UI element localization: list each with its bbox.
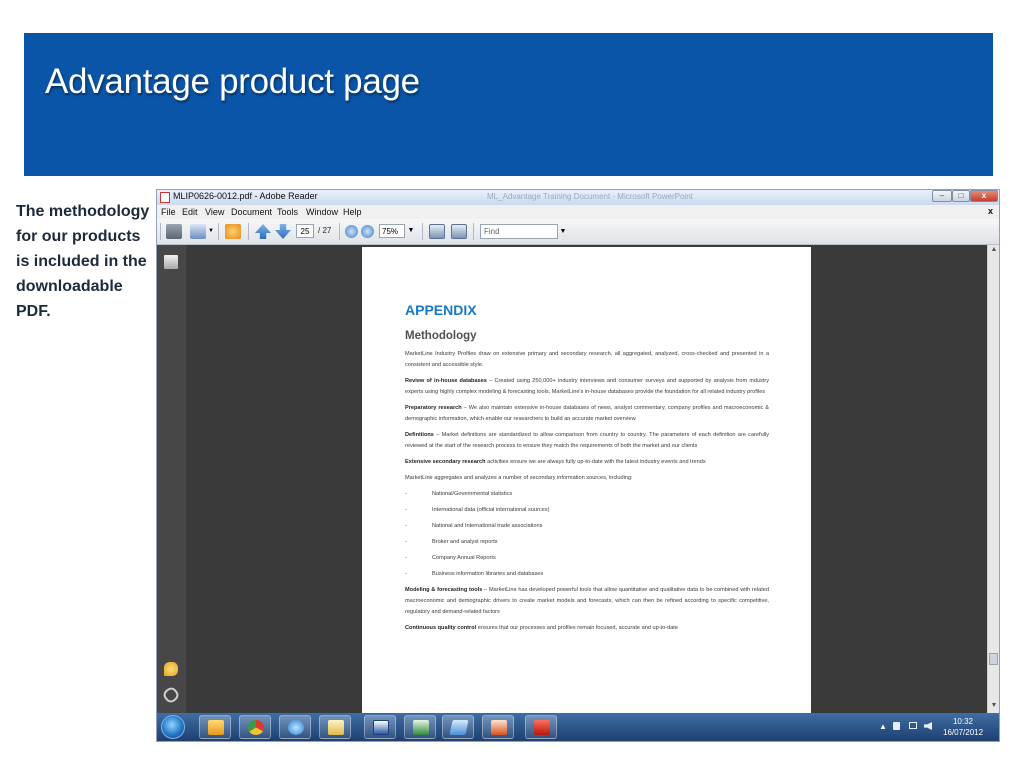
toolbar-separator bbox=[473, 223, 474, 240]
menu-window[interactable]: Window bbox=[306, 207, 338, 217]
menu-bar: File Edit View Document Tools Window Hel… bbox=[157, 205, 999, 219]
document-close-button[interactable]: x bbox=[988, 206, 993, 216]
excel-icon bbox=[413, 720, 429, 735]
close-button[interactable]: x bbox=[970, 190, 998, 202]
pdf-paragraph: Preparatory research – We also maintain … bbox=[405, 405, 769, 422]
list-item: Broker and analyst reports bbox=[405, 537, 769, 548]
page-number-input[interactable]: 25 bbox=[296, 224, 314, 238]
toolbar-separator bbox=[160, 223, 161, 240]
toolbar-separator bbox=[248, 223, 249, 240]
pages-icon[interactable] bbox=[164, 255, 178, 269]
taskbar-outlook[interactable] bbox=[199, 715, 231, 739]
pdf-paragraph: Definitions – Market definitions are sta… bbox=[405, 432, 769, 449]
list-item: Business information libraries and datab… bbox=[405, 569, 769, 580]
scroll-up-arrow-icon[interactable]: ▲ bbox=[988, 245, 999, 255]
scroll-thumb[interactable] bbox=[989, 653, 998, 665]
menu-help[interactable]: Help bbox=[343, 207, 362, 217]
find-input[interactable]: Find bbox=[480, 224, 558, 239]
zoom-dropdown-arrow[interactable]: ▼ bbox=[405, 224, 417, 238]
pdf-heading: APPENDIX bbox=[405, 302, 477, 318]
collaborate-icon[interactable] bbox=[225, 224, 241, 239]
volume-icon[interactable] bbox=[924, 722, 932, 730]
adobe-reader-window: MLIP0626-0012.pdf - Adobe Reader ML_Adva… bbox=[156, 189, 1000, 742]
slide-title: Advantage product page bbox=[45, 62, 420, 101]
toolbar-separator bbox=[422, 223, 423, 240]
scroll-down-arrow-icon[interactable]: ▼ bbox=[988, 701, 999, 711]
taskbar-powerpoint[interactable] bbox=[482, 715, 514, 739]
adobe-reader-icon bbox=[534, 720, 550, 735]
pdf-reader-icon bbox=[449, 720, 469, 735]
pdf-paragraph: MarketLine aggregates and analyzes a num… bbox=[405, 475, 633, 481]
list-item: Company Annual Reports bbox=[405, 553, 769, 564]
list-item: National/Governmental statistics bbox=[405, 489, 769, 500]
pdf-paragraph: Continuous quality control ensures that … bbox=[405, 625, 678, 631]
taskbar-explorer[interactable] bbox=[319, 715, 351, 739]
menu-document[interactable]: Document bbox=[231, 207, 272, 217]
comments-icon[interactable] bbox=[164, 662, 178, 676]
taskbar-excel[interactable] bbox=[404, 715, 436, 739]
toolbar-separator bbox=[339, 223, 340, 240]
arrow-up-icon[interactable] bbox=[255, 224, 271, 239]
pdf-paragraph: Modeling & forecasting tools – MarketLin… bbox=[405, 587, 769, 615]
arrow-down-icon[interactable] bbox=[275, 224, 291, 239]
zoom-out-icon[interactable] bbox=[345, 225, 358, 238]
slide-side-text: The methodology for our products is incl… bbox=[16, 203, 150, 320]
printer-icon[interactable] bbox=[166, 224, 182, 239]
fit-page-icon[interactable] bbox=[429, 224, 445, 239]
window-title: MLIP0626-0012.pdf - Adobe Reader bbox=[173, 191, 318, 201]
toolbar: ▼ 25 / 27 75% ▼ Find ▼ bbox=[157, 219, 999, 245]
powerpoint-icon bbox=[491, 720, 507, 735]
pdf-paragraph: Extensive secondary research activities … bbox=[405, 459, 706, 465]
explorer-icon bbox=[328, 720, 344, 735]
find-dropdown-arrow[interactable]: ▼ bbox=[558, 224, 568, 239]
clock-time: 10:32 bbox=[952, 717, 974, 726]
full-screen-icon[interactable] bbox=[451, 224, 467, 239]
chrome-icon bbox=[248, 720, 264, 735]
pdf-source-list: National/Governmental statistics Interna… bbox=[405, 489, 769, 580]
system-clock[interactable]: 10:32 16/07/2012 bbox=[943, 716, 983, 738]
list-item: International data (official internation… bbox=[405, 505, 769, 516]
email-icon[interactable] bbox=[190, 224, 206, 239]
pdf-paragraph: Review of in-house databases – Created u… bbox=[405, 378, 770, 395]
slide-header-band bbox=[24, 33, 993, 176]
clock-date: 16/07/2012 bbox=[943, 728, 984, 737]
word-icon bbox=[373, 720, 389, 735]
pdf-subheading: Methodology bbox=[405, 330, 477, 342]
menu-file[interactable]: File bbox=[161, 207, 176, 217]
toolbar-separator bbox=[218, 223, 219, 240]
minimize-button[interactable]: – bbox=[932, 190, 952, 202]
zoom-level-input[interactable]: 75% bbox=[379, 224, 405, 238]
pdf-paragraph: MarketLine Industry Profiles draw on ext… bbox=[405, 351, 769, 368]
taskbar-chrome[interactable] bbox=[239, 715, 271, 739]
menu-view[interactable]: View bbox=[205, 207, 224, 217]
menu-tools[interactable]: Tools bbox=[277, 207, 298, 217]
maximize-button[interactable]: □ bbox=[952, 190, 970, 202]
pdf-page: APPENDIX Methodology MarketLine Industry… bbox=[362, 247, 811, 713]
start-button[interactable] bbox=[161, 715, 185, 739]
network-icon[interactable] bbox=[893, 722, 900, 730]
taskbar-pdf-reader[interactable] bbox=[442, 715, 474, 739]
page-total: / 27 bbox=[318, 226, 332, 235]
outlook-icon bbox=[208, 720, 224, 735]
menu-edit[interactable]: Edit bbox=[182, 207, 198, 217]
taskbar-ie[interactable] bbox=[279, 715, 311, 739]
attachments-icon[interactable] bbox=[161, 685, 181, 705]
pdf-body: MarketLine Industry Profiles draw on ext… bbox=[405, 349, 769, 639]
email-dropdown-arrow[interactable]: ▼ bbox=[208, 228, 214, 234]
background-window-title: ML_Advantage Training Document - Microso… bbox=[487, 192, 693, 201]
display-icon[interactable] bbox=[909, 722, 917, 729]
tray-overflow-icon[interactable]: ▲ bbox=[879, 722, 887, 731]
navigation-pane bbox=[157, 245, 186, 713]
taskbar-adobe-reader[interactable] bbox=[525, 715, 557, 739]
ie-icon bbox=[288, 720, 304, 735]
taskbar-word[interactable] bbox=[364, 715, 396, 739]
vertical-scrollbar[interactable]: ▲ ▼ bbox=[987, 245, 999, 713]
zoom-in-icon[interactable] bbox=[361, 225, 374, 238]
list-item: National and International trade associa… bbox=[405, 521, 769, 532]
windows-taskbar: ▲ 10:32 16/07/2012 bbox=[157, 713, 999, 741]
window-titlebar: MLIP0626-0012.pdf - Adobe Reader ML_Adva… bbox=[157, 190, 999, 205]
document-area[interactable]: APPENDIX Methodology MarketLine Industry… bbox=[186, 245, 987, 713]
pdf-file-icon bbox=[160, 192, 170, 203]
